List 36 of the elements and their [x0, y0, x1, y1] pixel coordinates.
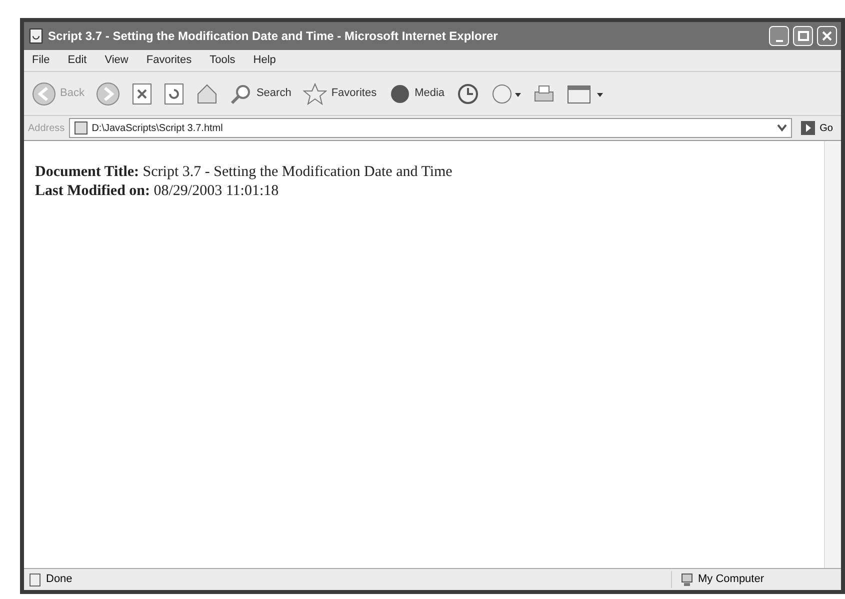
zone-text: My Computer: [698, 572, 764, 588]
forward-icon[interactable]: [96, 82, 120, 106]
info-line: Document Title: Script 3.7 - Setting the Modification Date and Time: [35, 163, 454, 182]
media-icon: [388, 82, 411, 104]
media-button[interactable]: Media: [388, 82, 445, 104]
favorites-button[interactable]: Favorites: [303, 82, 377, 104]
home-icon[interactable]: [196, 82, 218, 104]
printer-icon[interactable]: [532, 82, 555, 104]
menu-item[interactable]: View: [104, 52, 128, 69]
search-icon: [230, 82, 252, 104]
minimize-button[interactable]: [769, 26, 789, 46]
star-icon: [303, 82, 328, 104]
window-title: Script 3.7 - Setting the Modification Date and Time - Microsoft Internet Explorer: [48, 28, 499, 45]
go-button[interactable]: Go: [796, 120, 837, 136]
scrollbar[interactable]: [824, 141, 841, 568]
address-field[interactable]: D:\JavaScripts\Script 3.7.html: [68, 118, 792, 138]
info-line: Last Modified on: 08/29/2003 11:01:18: [35, 182, 280, 201]
menu-item[interactable]: Edit: [68, 52, 87, 69]
menu-item[interactable]: File: [32, 52, 50, 69]
search-button[interactable]: Search: [230, 82, 292, 104]
history-icon[interactable]: [456, 82, 479, 104]
page-icon: [28, 572, 42, 586]
maximize-button[interactable]: [793, 26, 813, 46]
page-icon: [28, 28, 44, 44]
computer-icon: [680, 572, 694, 586]
dropdown-icon[interactable]: [776, 124, 787, 132]
address-label: Address: [28, 122, 65, 136]
menu-item[interactable]: Favorites: [146, 52, 192, 69]
menu-item[interactable]: Tools: [210, 52, 236, 69]
page-icon: [74, 121, 88, 135]
refresh-icon[interactable]: [164, 82, 184, 104]
status-text: Done: [46, 572, 72, 588]
close-icon: [822, 31, 832, 41]
menu-item[interactable]: Help: [253, 52, 276, 69]
close-button[interactable]: [817, 26, 837, 46]
stop-icon[interactable]: [132, 82, 152, 104]
